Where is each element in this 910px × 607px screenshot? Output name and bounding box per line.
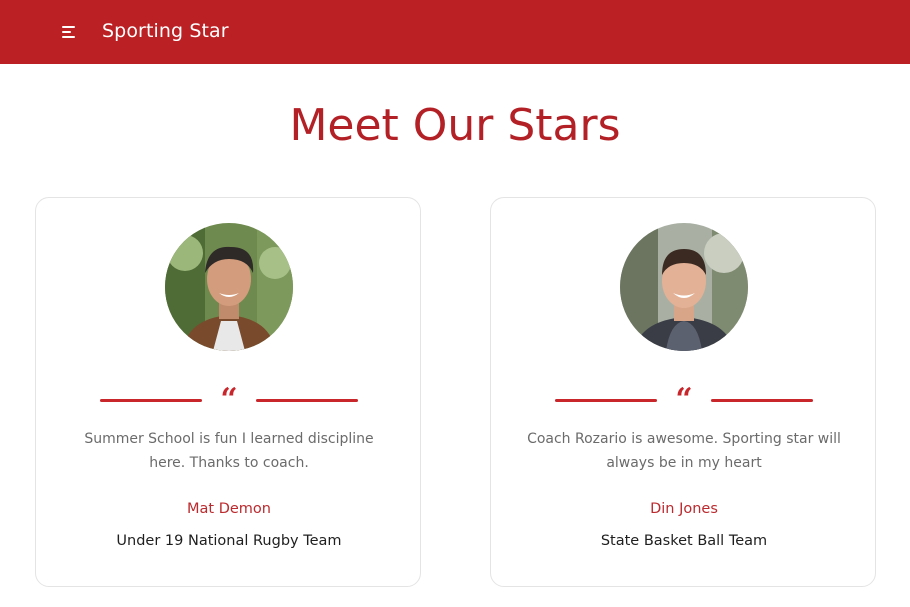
- menu-icon[interactable]: [62, 22, 86, 42]
- testimonial-card: “ Coach Rozario is awesome. Sporting sta…: [490, 197, 876, 587]
- quote-icon: “: [220, 382, 238, 417]
- quote-divider: “: [100, 385, 358, 415]
- testimonial-name[interactable]: Mat Demon: [36, 501, 422, 517]
- testimonial-text: Coach Rozario is awesome. Sporting star …: [527, 431, 841, 471]
- testimonial-team: Under 19 National Rugby Team: [116, 533, 342, 549]
- divider-line: [555, 399, 657, 402]
- top-navbar: Sporting Star: [0, 0, 910, 64]
- quote-divider: “: [555, 385, 813, 415]
- testimonial-name[interactable]: Din Jones: [491, 501, 877, 517]
- divider-line: [711, 399, 813, 402]
- avatar-photo: [165, 223, 293, 351]
- testimonial-text: Summer School is fun I learned disciplin…: [84, 431, 374, 471]
- divider-line: [100, 399, 202, 402]
- quote-icon: “: [675, 382, 693, 417]
- avatar-photo: [620, 223, 748, 351]
- divider-line: [256, 399, 358, 402]
- page-title: Meet Our Stars: [289, 100, 621, 151]
- testimonial-team: State Basket Ball Team: [600, 533, 768, 549]
- testimonial-card: “ Summer School is fun I learned discipl…: [35, 197, 421, 587]
- avatar: [165, 223, 293, 351]
- avatar: [620, 223, 748, 351]
- brand-name[interactable]: Sporting Star: [102, 20, 229, 42]
